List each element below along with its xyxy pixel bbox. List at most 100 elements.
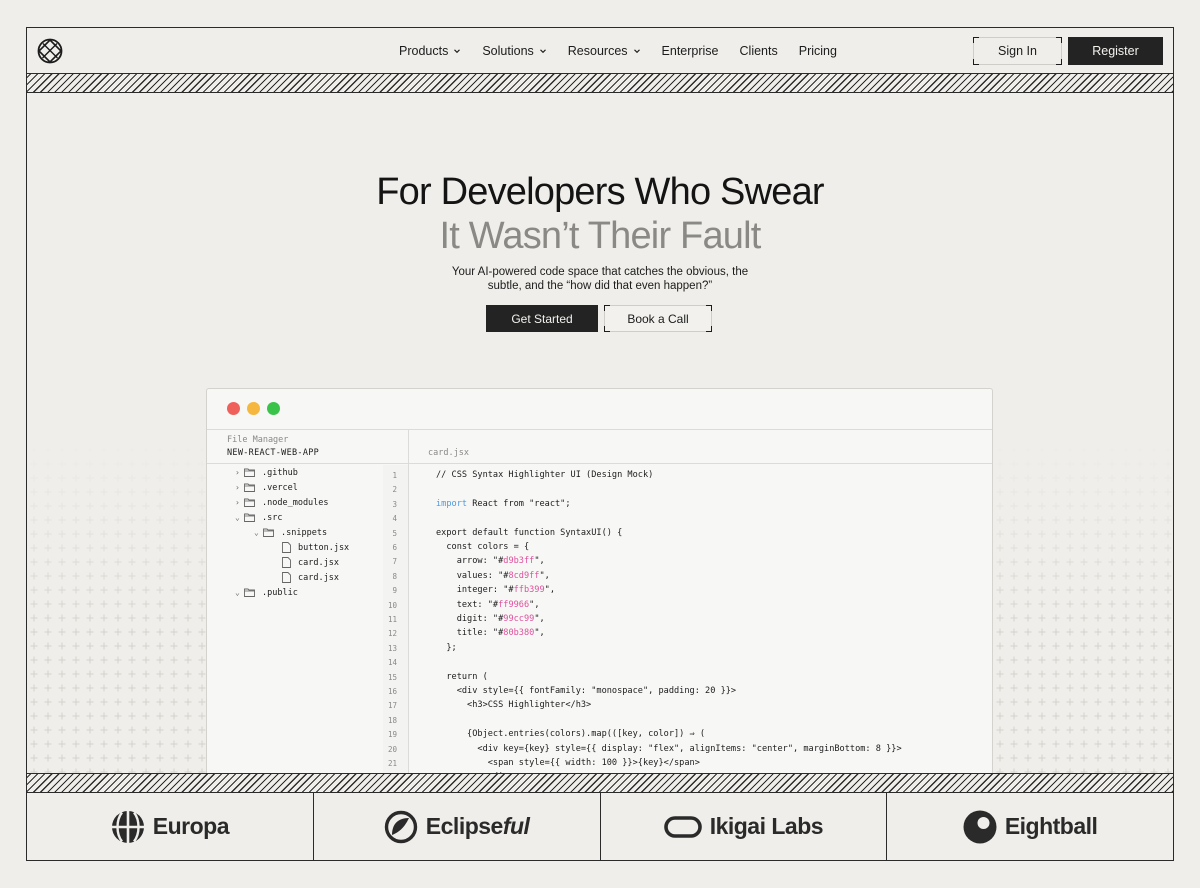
sign-in-button[interactable]: Sign In — [973, 37, 1062, 65]
line-number: 21 — [387, 759, 397, 768]
file-icon — [282, 557, 291, 568]
code-token: ", — [544, 585, 556, 596]
nav-link-enterprise[interactable]: Enterprise — [662, 44, 719, 58]
code-line: <span style={{ width: 100 }}>{key}</span… — [436, 758, 700, 768]
maximize-window-dot[interactable] — [267, 402, 280, 415]
code-token: ", — [534, 628, 545, 639]
pill-icon — [663, 815, 702, 838]
top-nav: Products Solutions Resources Enterprise Clie… — [26, 27, 1174, 74]
nav-link-label: Enterprise — [661, 43, 719, 58]
code-editor-window: File Manager NEW-REACT-WEB-APP card.jsx … — [206, 388, 993, 773]
register-label: Register — [1092, 44, 1139, 58]
globe-icon — [111, 810, 144, 843]
logo-eightball: Eightball — [887, 793, 1173, 860]
code-token: ff9966 — [498, 599, 530, 610]
line-number: 11 — [387, 615, 397, 624]
code-token: export default function SyntaxUI() { — [436, 527, 623, 538]
code-line: export default function SyntaxUI() { — [436, 528, 622, 538]
code-line: <div key={key} style={{ display: "flex",… — [436, 744, 901, 754]
get-started-button[interactable]: Get Started — [486, 305, 598, 332]
chevron-down-icon — [633, 48, 640, 53]
line-number: 2 — [392, 485, 397, 495]
code-token: return ( — [436, 671, 488, 682]
chevron-right-icon[interactable]: › — [235, 498, 244, 507]
chevron-down-icon — [539, 48, 546, 53]
tree-folder-snippets[interactable]: ⌄ .snippets — [254, 525, 327, 540]
logo-eclipseful-name: Eclipseful — [425, 813, 530, 839]
code-line: values: "#8cd9ff", — [436, 571, 550, 581]
chevron-down-icon[interactable]: ⌄ — [254, 528, 263, 537]
get-started-label: Get Started — [511, 311, 573, 326]
line-number: 14 — [387, 658, 397, 668]
folder-icon — [263, 528, 274, 537]
tree-item-label: .node_modules — [262, 497, 329, 508]
tree-file-card-jsx[interactable]: card.jsx — [282, 570, 339, 585]
tree-item-label: button.jsx — [298, 542, 350, 553]
line-number: 12 — [387, 629, 397, 639]
code-token: const colors = { — [436, 542, 530, 552]
tree-item-label: .src — [262, 512, 283, 523]
tree-file-card-jsx[interactable]: card.jsx — [282, 555, 339, 570]
logo-ikigai-labs-name: Ikigai Labs — [709, 813, 824, 839]
code-token: ", — [539, 570, 550, 581]
folder-icon — [244, 468, 255, 477]
chevron-down-icon[interactable]: ⌄ — [235, 513, 244, 522]
line-number: 19 — [387, 730, 397, 740]
code-line: return ( — [436, 671, 488, 682]
code-token: ", — [534, 556, 545, 567]
nav-link-solutions[interactable]: Solutions — [482, 44, 546, 58]
code-line: import React from "react"; — [436, 499, 571, 509]
tree-item-label: .github — [262, 467, 298, 478]
code-token: d9b3ff — [503, 556, 535, 567]
line-number-gutter: 12345678910111213141516171819202122 — [383, 465, 409, 773]
tree-file-button-jsx[interactable]: button.jsx — [282, 540, 349, 555]
minimize-window-dot[interactable] — [247, 402, 260, 415]
eightball-icon — [963, 810, 997, 843]
code-token: <div style={{ fontFamily: "monospace", p… — [436, 686, 737, 696]
code-line: {Object.entries(colors).map(([key, color… — [436, 729, 705, 739]
code-token: ", — [529, 599, 540, 610]
code-token: React from "react"; — [467, 498, 571, 509]
globe-ring-icon[interactable] — [37, 38, 63, 64]
nav-link-products[interactable]: Products — [399, 44, 461, 58]
line-number: 9 — [392, 586, 397, 596]
nav-link-clients[interactable]: Clients — [740, 44, 778, 58]
book-call-button[interactable]: Book a Call — [604, 305, 712, 332]
tree-folder-src[interactable]: ⌄ .src — [235, 510, 282, 525]
header-divider — [207, 463, 992, 464]
code-token: 80b380 — [503, 628, 535, 639]
tree-folder-github[interactable]: › .github — [235, 465, 298, 480]
code-line: }; — [436, 642, 457, 653]
tree-folder-vercel[interactable]: › .vercel — [235, 480, 298, 495]
nav-link-pricing[interactable]: Pricing — [799, 44, 837, 58]
stripe-band-bottom — [26, 774, 1174, 792]
sign-in-label: Sign In — [998, 44, 1037, 58]
code-token: 99cc99 — [503, 614, 535, 624]
file-icon — [282, 542, 291, 553]
tree-folder-public[interactable]: ⌄ .public — [235, 585, 298, 600]
hero-title-line1: For Developers Who Swear — [376, 171, 824, 213]
close-window-dot[interactable] — [227, 402, 240, 415]
nav-link-resources[interactable]: Resources — [568, 44, 641, 58]
chevron-right-icon[interactable]: › — [235, 468, 244, 477]
code-token: }; — [436, 642, 457, 653]
tab-card-jsx[interactable]: card.jsx — [428, 448, 469, 458]
code-token: title: "# — [436, 628, 504, 639]
code-token: values: "# — [436, 570, 509, 581]
code-line: <h3>CSS Highlighter</h3> — [436, 700, 591, 710]
register-button[interactable]: Register — [1068, 37, 1163, 65]
code-token: <h3>CSS Highlighter</h3> — [436, 700, 592, 711]
line-number: 15 — [387, 672, 397, 682]
chevron-right-icon[interactable]: › — [235, 483, 244, 492]
tree-folder-node_modules[interactable]: › .node_modules — [235, 495, 329, 510]
nav-link-label: Solutions — [482, 43, 534, 58]
logo-eightball-name: Eightball — [1004, 813, 1098, 839]
tree-item-label: .vercel — [262, 482, 298, 493]
code-line: digit: "#99cc99", — [436, 614, 545, 624]
line-number: 20 — [387, 744, 397, 754]
chevron-down-icon[interactable]: ⌄ — [235, 588, 244, 597]
book-call-label: Book a Call — [627, 311, 689, 326]
folder-icon — [244, 588, 255, 597]
code-token: ", — [534, 614, 545, 624]
code-token: // CSS Syntax Highlighter UI (Design Moc… — [436, 470, 654, 480]
